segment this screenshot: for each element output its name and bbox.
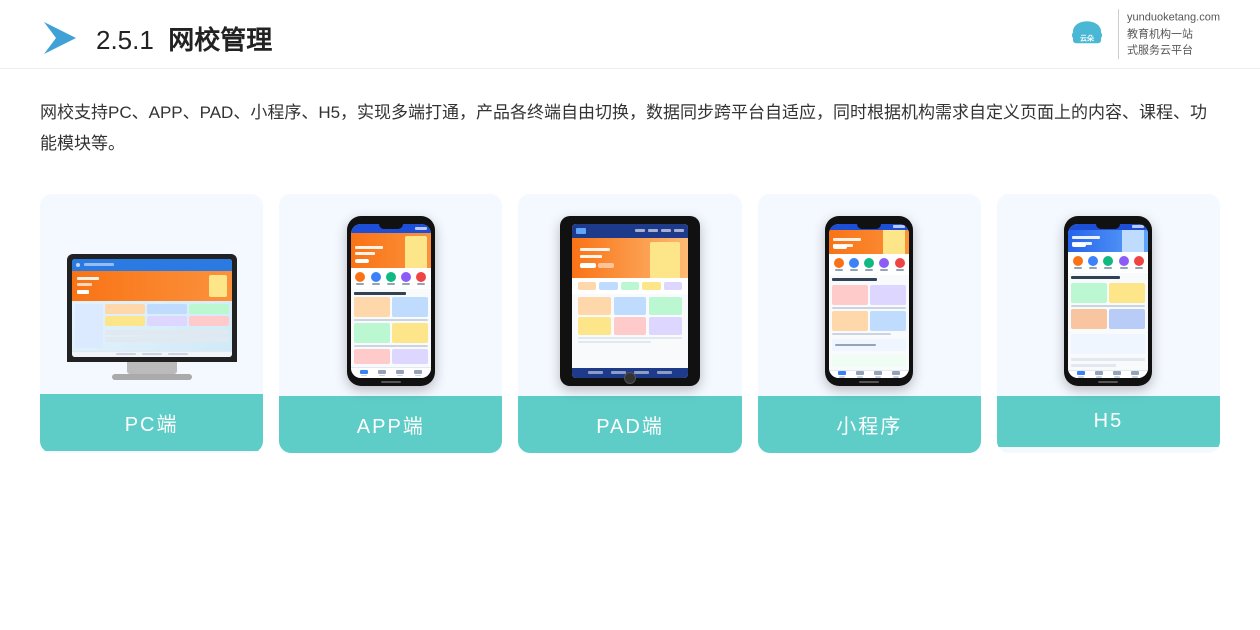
pc-monitor-icon	[67, 254, 237, 384]
header: 2.5.1 网校管理 云朵 yunduoketang.com 教育机构一站式服务…	[0, 0, 1260, 69]
card-pad-image	[518, 194, 741, 396]
card-h5: H5	[997, 194, 1220, 453]
section-number: 2.5.1	[96, 25, 154, 55]
card-pc-label: PC端	[40, 394, 263, 451]
card-miniprogram-image	[758, 194, 981, 396]
brand-url: yunduoketang.com	[1127, 9, 1220, 26]
svg-text:云朵: 云朵	[1080, 33, 1095, 42]
card-pc: PC端	[40, 194, 263, 453]
brand-logo: 云朵 yunduoketang.com 教育机构一站式服务云平台	[1066, 9, 1220, 59]
page-title: 2.5.1 网校管理	[96, 20, 272, 57]
phone-miniprogram-icon	[825, 216, 913, 386]
phone-h5-icon	[1064, 216, 1152, 386]
card-miniprogram-label: 小程序	[758, 396, 981, 453]
card-miniprogram: 小程序	[758, 194, 981, 453]
phone-app-icon	[347, 216, 435, 386]
brand-tagline: yunduoketang.com 教育机构一站式服务云平台	[1118, 9, 1220, 59]
card-app: APP端	[279, 194, 502, 453]
brand-tagline-text: 教育机构一站式服务云平台	[1127, 26, 1220, 59]
logo-arrow-icon	[40, 18, 80, 58]
description-content: 网校支持PC、APP、PAD、小程序、H5，实现多端打通，产品各终端自由切换，数…	[40, 103, 1207, 153]
tablet-pad-icon	[560, 216, 700, 386]
title-text: 网校管理	[168, 25, 272, 55]
card-pc-image	[40, 194, 263, 394]
page: 2.5.1 网校管理 云朵 yunduoketang.com 教育机构一站式服务…	[0, 0, 1260, 630]
cards-container: PC端	[0, 170, 1260, 483]
card-h5-label: H5	[997, 396, 1220, 447]
description-text: 网校支持PC、APP、PAD、小程序、H5，实现多端打通，产品各终端自由切换，数…	[0, 69, 1260, 170]
card-pad: PAD端	[518, 194, 741, 453]
card-h5-image	[997, 194, 1220, 396]
brand-cloud-icon: 云朵	[1066, 13, 1108, 55]
card-app-label: APP端	[279, 396, 502, 453]
card-app-image	[279, 194, 502, 396]
card-pad-label: PAD端	[518, 396, 741, 453]
